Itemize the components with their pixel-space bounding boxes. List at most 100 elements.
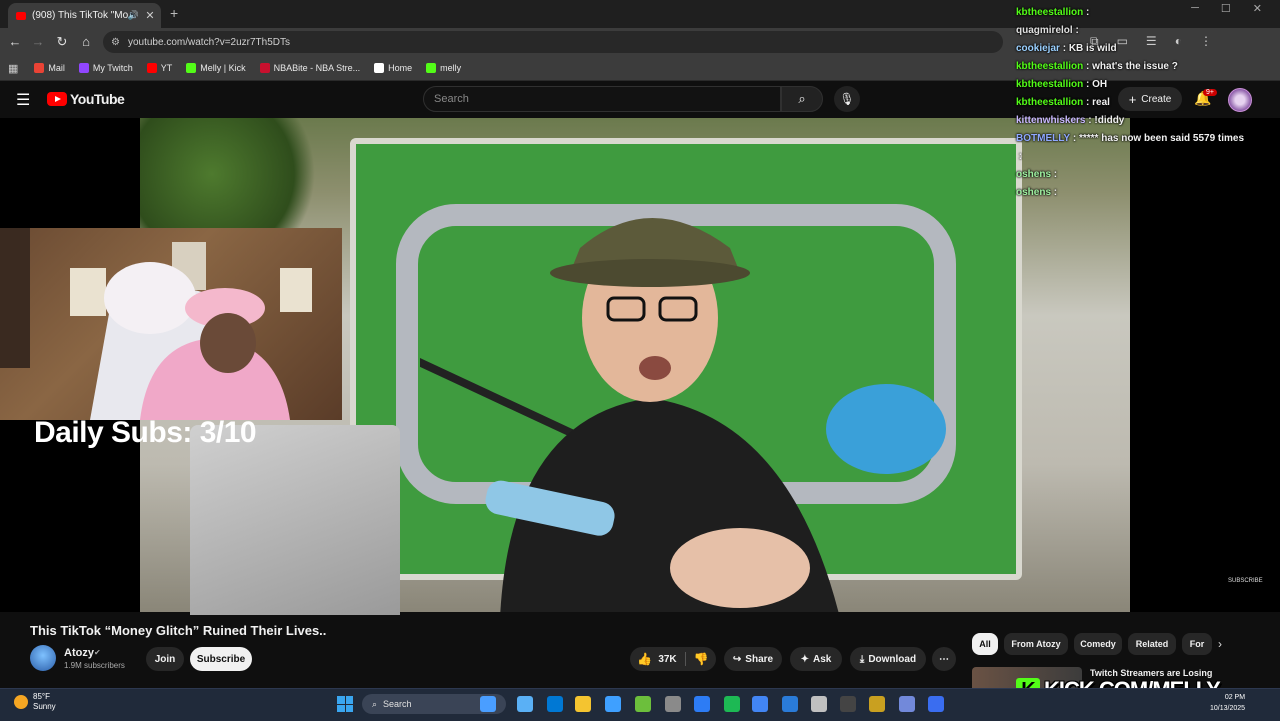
taskbar-app-icon[interactable] (782, 696, 798, 712)
chevron-right-icon[interactable]: › (1218, 637, 1222, 651)
microphone-icon[interactable]: 🎙 (834, 86, 860, 112)
chat-username: kbtheestallion (1016, 61, 1084, 72)
youtube-logo[interactable]: YouTube (47, 91, 125, 107)
presenter-image (420, 218, 839, 612)
chat-separator: : (1072, 25, 1082, 36)
filter-chip[interactable]: Comedy (1074, 633, 1122, 655)
like-count[interactable]: 37K (658, 654, 676, 665)
bookmark-favicon-icon (259, 63, 270, 73)
youtube-favicon-icon (16, 11, 26, 20)
taskbar-app-icon[interactable] (605, 696, 621, 712)
chat-message: cookiejar : KB is wild (1016, 40, 1280, 58)
chat-username: kittenwhiskers (1016, 115, 1086, 126)
bookmark-item[interactable]: Melly | Kick (186, 63, 246, 73)
url-text: youtube.com/watch?v=2uzr7Th5DTs (127, 36, 290, 48)
taskbar-app-icon[interactable] (575, 696, 591, 712)
channel-avatar[interactable] (30, 645, 56, 671)
filter-chip[interactable]: From Atozy (1004, 633, 1068, 655)
chat-separator: : (1083, 97, 1093, 108)
like-icon[interactable]: 👍 (637, 652, 652, 666)
reload-icon[interactable]: ↻ (54, 34, 70, 50)
chat-username: kbtheestallion (1016, 79, 1084, 90)
chat-separator: : (1059, 43, 1069, 54)
filter-chip[interactable]: Related (1128, 633, 1176, 655)
chat-separator: : (1083, 79, 1093, 90)
filter-chip[interactable]: For (1182, 633, 1212, 655)
taskbar-search-label: Search (383, 699, 412, 709)
taskbar-app-icon[interactable] (928, 696, 944, 712)
taskbar-app-icon[interactable] (899, 696, 915, 712)
bookmark-item[interactable]: YT (146, 63, 172, 73)
system-clock[interactable]: 02 PM 10/13/2025 (1210, 692, 1245, 714)
bookmark-item[interactable]: melly (426, 63, 461, 73)
windows-start-icon[interactable] (337, 696, 353, 712)
chat-text: real (1092, 97, 1110, 108)
site-info-icon[interactable]: ⚙ (111, 37, 120, 48)
chat-username: BOTMELLY (1016, 133, 1071, 144)
download-icon: ⤓ (859, 653, 865, 665)
share-label: Share (745, 653, 774, 665)
bookmark-item[interactable]: My Twitch (78, 63, 133, 73)
home-icon[interactable]: ⌂ (78, 34, 94, 49)
facecam-image (0, 228, 312, 420)
share-button[interactable]: ↪ Share (724, 647, 782, 671)
forward-icon[interactable]: → (30, 34, 46, 49)
channel-name[interactable]: Atozy (64, 647, 94, 659)
more-actions-icon[interactable]: ⋯ (932, 647, 956, 671)
apps-grid-icon[interactable]: ▦ (8, 62, 18, 75)
video-title: This TikTok “Money Glitch” Ruined Their … (30, 623, 327, 638)
ask-button[interactable]: ✦ Ask (790, 647, 842, 671)
search-icon[interactable]: ⌕ (781, 86, 823, 112)
taskbar-app-icon[interactable] (480, 696, 496, 712)
back-icon[interactable]: ← (7, 34, 23, 49)
bookmark-item[interactable]: Mail (34, 63, 65, 73)
chat-separator: : (1016, 151, 1025, 162)
dislike-icon[interactable]: 👎 (694, 652, 709, 666)
taskbar-app-icon[interactable] (547, 696, 563, 712)
speaker-icon: 🔊 (127, 10, 139, 20)
chat-username: oshens (1016, 169, 1052, 180)
bookmark-item[interactable]: Home (374, 63, 412, 73)
chat-text: OH (1092, 79, 1108, 90)
subscribe-button[interactable]: Subscribe (190, 647, 252, 671)
taskbar-app-icon[interactable] (724, 696, 740, 712)
hamburger-menu-icon[interactable]: ☰ (16, 90, 30, 110)
chat-message: kbtheestallion : OH (1016, 76, 1280, 94)
taskbar-app-icon[interactable] (665, 696, 681, 712)
chat-username: oshens (1016, 187, 1052, 198)
taskbar-app-icon[interactable] (869, 696, 885, 712)
taskbar-app-icon[interactable] (840, 696, 856, 712)
clock-time: 02 PM (1224, 694, 1246, 701)
weather-widget[interactable]: 85°F Sunny (14, 692, 56, 712)
search-input[interactable]: Search (423, 86, 781, 112)
chat-message: oshens : (1016, 166, 1280, 184)
taskbar-app-icon[interactable] (752, 696, 768, 712)
join-button[interactable]: Join (146, 647, 184, 671)
chat-text: what's the issue ? (1092, 61, 1178, 72)
chat-message: : (1016, 148, 1280, 166)
laptop-image (190, 425, 400, 615)
streamer-facecam (0, 228, 342, 420)
chat-message: quagmirelol : (1016, 22, 1280, 40)
taskbar-app-icon[interactable] (694, 696, 710, 712)
taskbar-app-icon[interactable] (517, 696, 533, 712)
bookmark-favicon-icon (78, 63, 89, 73)
chat-text: !diddy (1094, 115, 1125, 126)
bookmark-label: NBABite - NBA Stre... (273, 63, 361, 73)
taskbar-app-icon[interactable] (811, 696, 827, 712)
download-button[interactable]: ⤓ Download (850, 647, 926, 671)
like-dislike-group: 👍 37K 👎 (630, 647, 716, 671)
tab-close-icon[interactable]: ✕ (143, 9, 157, 22)
new-tab-button[interactable]: + (170, 5, 178, 21)
bookmark-label: My Twitch (92, 63, 133, 73)
chat-separator: : (1083, 7, 1093, 18)
address-bar[interactable]: ⚙ youtube.com/watch?v=2uzr7Th5DTs (103, 31, 1003, 53)
chat-message: kbtheestallion : real (1016, 94, 1280, 112)
filter-chip[interactable]: All (972, 633, 998, 655)
browser-tab[interactable]: (908) This TikTok "Money G 🔊 ✕ (8, 3, 161, 28)
chat-separator: : (1051, 187, 1060, 198)
taskbar-app-icon[interactable] (635, 696, 651, 712)
bookmark-item[interactable]: NBABite - NBA Stre... (259, 63, 361, 73)
bookmark-favicon-icon (34, 63, 45, 73)
chat-separator: : (1083, 61, 1093, 72)
